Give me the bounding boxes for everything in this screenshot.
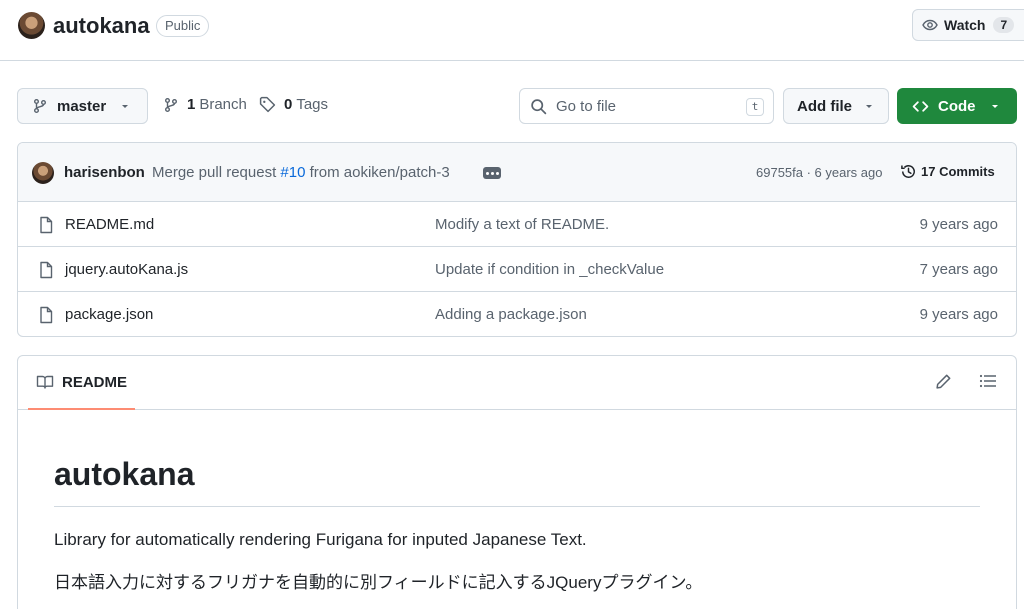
eye-icon xyxy=(922,17,938,33)
file-icon xyxy=(38,306,54,324)
file-name[interactable]: jquery.autoKana.js xyxy=(65,261,188,278)
branch-count: 1 xyxy=(187,96,196,113)
file-age: 7 years ago xyxy=(919,261,998,278)
search-shortcut-key: t xyxy=(746,98,764,116)
file-commit-message[interactable]: Modify a text of README. xyxy=(435,216,609,233)
book-icon xyxy=(36,374,54,390)
file-age: 9 years ago xyxy=(919,306,998,323)
chevron-down-icon xyxy=(120,101,130,111)
watch-button[interactable]: Watch 7 xyxy=(912,9,1024,41)
chevron-down-icon xyxy=(864,101,874,111)
file-row[interactable]: package.json Adding a package.json 9 yea… xyxy=(18,292,1016,336)
owner-avatar[interactable] xyxy=(18,12,45,39)
file-row[interactable]: README.md Modify a text of README. 9 yea… xyxy=(18,202,1016,247)
history-icon xyxy=(900,163,917,180)
file-age: 9 years ago xyxy=(919,216,998,233)
add-file-button[interactable]: Add file xyxy=(783,88,889,124)
code-label: Code xyxy=(938,97,976,115)
code-button[interactable]: Code xyxy=(897,88,1017,124)
branches-link[interactable]: 1 Branch xyxy=(163,96,247,113)
git-branch-icon xyxy=(32,98,48,114)
watch-label: Watch xyxy=(944,17,986,33)
commits-history-link[interactable]: 17 Commits xyxy=(900,163,995,180)
readme-tab-label: README xyxy=(62,373,128,391)
commit-hash-time[interactable]: 69755fa · 6 years ago xyxy=(756,165,882,180)
tag-label: Tags xyxy=(296,96,329,113)
file-commit-message[interactable]: Update if condition in _checkValue xyxy=(435,261,664,278)
commit-message[interactable]: Merge pull request #10 from aokiken/patc… xyxy=(152,164,450,181)
commit-message-suffix: from aokiken/patch-3 xyxy=(309,164,450,181)
chevron-down-icon xyxy=(990,101,1000,111)
file-row[interactable]: jquery.autoKana.js Update if condition i… xyxy=(18,247,1016,292)
tab-readme[interactable]: README xyxy=(28,356,135,410)
file-icon xyxy=(38,261,54,279)
file-browser: harisenbon Merge pull request #10 from a… xyxy=(17,142,1017,337)
branch-name: master xyxy=(57,97,107,115)
file-name[interactable]: package.json xyxy=(65,306,153,323)
tag-icon xyxy=(259,96,276,113)
readme-paragraph: 日本語入力に対するフリガナを自動的に別フィールドに記入するJQueryプラグイン… xyxy=(54,573,703,592)
pencil-icon[interactable] xyxy=(935,373,952,390)
repo-header: autokana Public Watch 7 xyxy=(0,0,1024,61)
repo-name[interactable]: autokana xyxy=(53,13,150,39)
readme-panel: README autokana Library for automaticall… xyxy=(17,355,1017,609)
tag-count: 0 xyxy=(284,96,293,113)
readme-header: README xyxy=(18,356,1016,410)
tags-link[interactable]: 0 Tags xyxy=(259,96,328,113)
search-icon xyxy=(530,98,547,115)
pull-request-link[interactable]: #10 xyxy=(280,164,305,181)
file-commit-message[interactable]: Adding a package.json xyxy=(435,306,587,323)
expand-commit-icon[interactable] xyxy=(483,167,501,179)
list-icon[interactable] xyxy=(979,373,997,389)
branch-label: Branch xyxy=(199,96,247,113)
file-icon xyxy=(38,216,54,234)
git-branch-icon xyxy=(163,97,179,113)
branch-select-button[interactable]: master xyxy=(17,88,148,124)
readme-title: autokana xyxy=(54,452,980,507)
readme-paragraph: Library for automatically rendering Furi… xyxy=(54,530,587,549)
commit-author[interactable]: harisenbon xyxy=(64,164,145,181)
author-avatar[interactable] xyxy=(32,162,54,184)
watch-count: 7 xyxy=(993,17,1015,33)
file-name[interactable]: README.md xyxy=(65,216,154,233)
code-icon xyxy=(912,98,929,115)
latest-commit-bar: harisenbon Merge pull request #10 from a… xyxy=(18,143,1016,202)
commit-count: 17 Commits xyxy=(921,164,995,179)
visibility-badge: Public xyxy=(156,15,210,37)
search-input[interactable] xyxy=(556,97,736,115)
add-file-label: Add file xyxy=(797,97,852,115)
commit-message-prefix: Merge pull request xyxy=(152,164,277,181)
go-to-file-search[interactable]: t xyxy=(519,88,774,124)
readme-content: autokana Library for automatically rende… xyxy=(18,410,1016,595)
